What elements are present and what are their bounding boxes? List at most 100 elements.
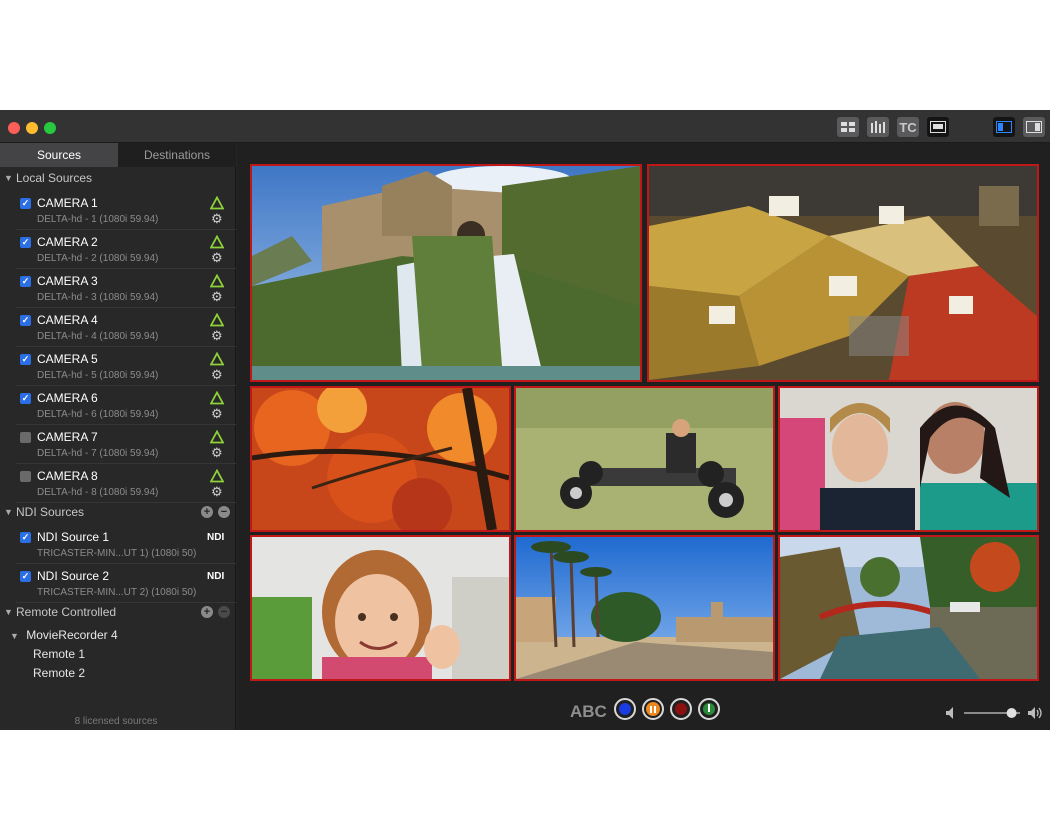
- video-tile-6[interactable]: [250, 535, 511, 681]
- source-row[interactable]: ✓ CAMERA 3 DELTA-hd - 3 (1080i 59.94) ⚙: [16, 270, 236, 308]
- warning-triangle-icon[interactable]: [210, 469, 224, 483]
- source-name: NDI Source 2: [37, 569, 110, 583]
- source-row[interactable]: ✓ CAMERA 2 DELTA-hd - 2 (1080i 59.94) ⚙: [16, 231, 236, 269]
- app-window: TC Sources Destinations ▼ Local Sources …: [0, 110, 1050, 730]
- video-tile-2[interactable]: [647, 164, 1039, 382]
- recorder-name: MovieRecorder 4: [26, 628, 118, 642]
- warning-triangle-icon[interactable]: [210, 352, 224, 366]
- source-format: DELTA-hd - 8 (1080i 59.94): [37, 487, 159, 498]
- checkbox[interactable]: ✓: [20, 237, 31, 248]
- ndi-source-row[interactable]: ✓ NDI Source 2 TRICASTER-MIN...UT 2) (10…: [16, 565, 236, 603]
- checkbox[interactable]: ✓: [20, 198, 31, 209]
- volume-knob[interactable]: [1006, 708, 1017, 718]
- zoom-window-button[interactable]: [44, 122, 56, 134]
- tab-destinations[interactable]: Destinations: [118, 143, 236, 167]
- video-tile-7[interactable]: [514, 535, 775, 681]
- record-icon: [675, 703, 687, 715]
- timecode-button[interactable]: TC: [897, 117, 919, 137]
- add-icon[interactable]: +: [201, 506, 213, 518]
- pause-button[interactable]: [642, 698, 664, 720]
- source-row[interactable]: ✓ CAMERA 1 DELTA-hd - 1 (1080i 59.94) ⚙: [16, 192, 236, 230]
- checkbox[interactable]: [20, 432, 31, 443]
- multiview-area: ABC: [237, 143, 1050, 730]
- left-sidebar-toggle[interactable]: [993, 117, 1015, 137]
- checkbox[interactable]: ✓: [20, 393, 31, 404]
- camera-feed-girl: [252, 537, 509, 679]
- audio-meters-button[interactable]: [867, 117, 889, 137]
- gear-icon[interactable]: ⚙: [211, 329, 223, 343]
- video-tile-8[interactable]: [778, 535, 1039, 681]
- abc-label[interactable]: ABC: [570, 702, 607, 722]
- source-name: CAMERA 4: [37, 313, 98, 327]
- gear-icon[interactable]: ⚙: [211, 407, 223, 421]
- section-label: Local Sources: [16, 171, 93, 185]
- video-tile-5[interactable]: [778, 386, 1039, 532]
- video-tile-4[interactable]: [514, 386, 775, 532]
- add-icon[interactable]: +: [201, 606, 213, 618]
- gear-icon[interactable]: ⚙: [211, 251, 223, 265]
- gear-icon[interactable]: ⚙: [211, 485, 223, 499]
- source-name: CAMERA 7: [37, 430, 98, 444]
- gear-icon[interactable]: ⚙: [211, 290, 223, 304]
- camera-feed-waterfall: [252, 166, 640, 380]
- section-label: Remote Controlled: [16, 605, 117, 619]
- ndi-sources-header[interactable]: ▼ NDI Sources + −: [0, 502, 236, 522]
- right-sidebar-toggle[interactable]: [1023, 117, 1045, 137]
- record-all-button[interactable]: [614, 698, 636, 720]
- pause-icon: [646, 702, 660, 716]
- volume-slider[interactable]: [944, 705, 1044, 721]
- movierecorder-group[interactable]: ▼ MovieRecorder 4: [10, 628, 118, 642]
- gear-icon[interactable]: ⚙: [211, 446, 223, 460]
- warning-triangle-icon[interactable]: [210, 196, 224, 210]
- warning-triangle-icon[interactable]: [210, 391, 224, 405]
- checkbox[interactable]: ✓: [20, 354, 31, 365]
- gear-icon[interactable]: ⚙: [211, 212, 223, 226]
- minimize-window-button[interactable]: [26, 122, 38, 134]
- remote-controlled-header[interactable]: ▼ Remote Controlled + −: [0, 602, 236, 622]
- checkbox[interactable]: ✓: [20, 571, 31, 582]
- checkbox[interactable]: ✓: [20, 315, 31, 326]
- checkbox[interactable]: ✓: [20, 276, 31, 287]
- source-row[interactable]: CAMERA 8 DELTA-hd - 8 (1080i 59.94) ⚙: [16, 465, 236, 503]
- checkbox[interactable]: [20, 471, 31, 482]
- remote-item[interactable]: Remote 2: [33, 666, 85, 680]
- video-tile-3[interactable]: [250, 386, 511, 532]
- source-row[interactable]: ✓ CAMERA 5 DELTA-hd - 5 (1080i 59.94) ⚙: [16, 348, 236, 386]
- ndi-source-row[interactable]: ✓ NDI Source 1 TRICASTER-MIN...UT 1) (10…: [16, 526, 236, 564]
- source-format: DELTA-hd - 4 (1080i 59.94): [37, 331, 159, 342]
- warning-triangle-icon[interactable]: [210, 313, 224, 327]
- warning-triangle-icon[interactable]: [210, 430, 224, 444]
- source-row[interactable]: CAMERA 7 DELTA-hd - 7 (1080i 59.94) ⚙: [16, 426, 236, 464]
- source-name: CAMERA 6: [37, 391, 98, 405]
- close-window-button[interactable]: [8, 122, 20, 134]
- marker-icon: [703, 703, 715, 715]
- video-tile-1[interactable]: [250, 164, 642, 382]
- warning-triangle-icon[interactable]: [210, 274, 224, 288]
- source-format: TRICASTER-MIN...UT 1) (1080i 50): [37, 548, 197, 559]
- source-row[interactable]: ✓ CAMERA 6 DELTA-hd - 6 (1080i 59.94) ⚙: [16, 387, 236, 425]
- warning-triangle-icon[interactable]: [210, 235, 224, 249]
- licensed-sources-count: 8 licensed sources: [74, 716, 158, 727]
- remote-item[interactable]: Remote 1: [33, 647, 85, 661]
- speaker-high-icon: [1028, 707, 1035, 719]
- source-format: TRICASTER-MIN...UT 2) (1080i 50): [37, 587, 197, 598]
- tab-sources[interactable]: Sources: [0, 143, 118, 167]
- local-sources-header[interactable]: ▼ Local Sources: [0, 168, 236, 188]
- camera-feed-beach: [516, 537, 773, 679]
- remove-icon[interactable]: −: [218, 506, 230, 518]
- source-format: DELTA-hd - 6 (1080i 59.94): [37, 409, 159, 420]
- blue-dot-icon: [619, 703, 631, 715]
- grid-view-button[interactable]: [837, 117, 859, 137]
- marker-button[interactable]: [698, 698, 720, 720]
- checkbox[interactable]: ✓: [20, 532, 31, 543]
- sidebar-tabs: Sources Destinations: [0, 143, 236, 167]
- source-format: DELTA-hd - 1 (1080i 59.94): [37, 214, 159, 225]
- ndi-badge: NDI: [207, 571, 225, 582]
- camera-feed-autumn-leaves: [252, 388, 509, 530]
- gear-icon[interactable]: ⚙: [211, 368, 223, 382]
- overlay-view-button[interactable]: [927, 117, 949, 137]
- disclosure-triangle-icon: ▼: [4, 507, 13, 517]
- record-button[interactable]: [670, 698, 692, 720]
- source-row[interactable]: ✓ CAMERA 4 DELTA-hd - 4 (1080i 59.94) ⚙: [16, 309, 236, 347]
- camera-feed-go-kart: [516, 388, 773, 530]
